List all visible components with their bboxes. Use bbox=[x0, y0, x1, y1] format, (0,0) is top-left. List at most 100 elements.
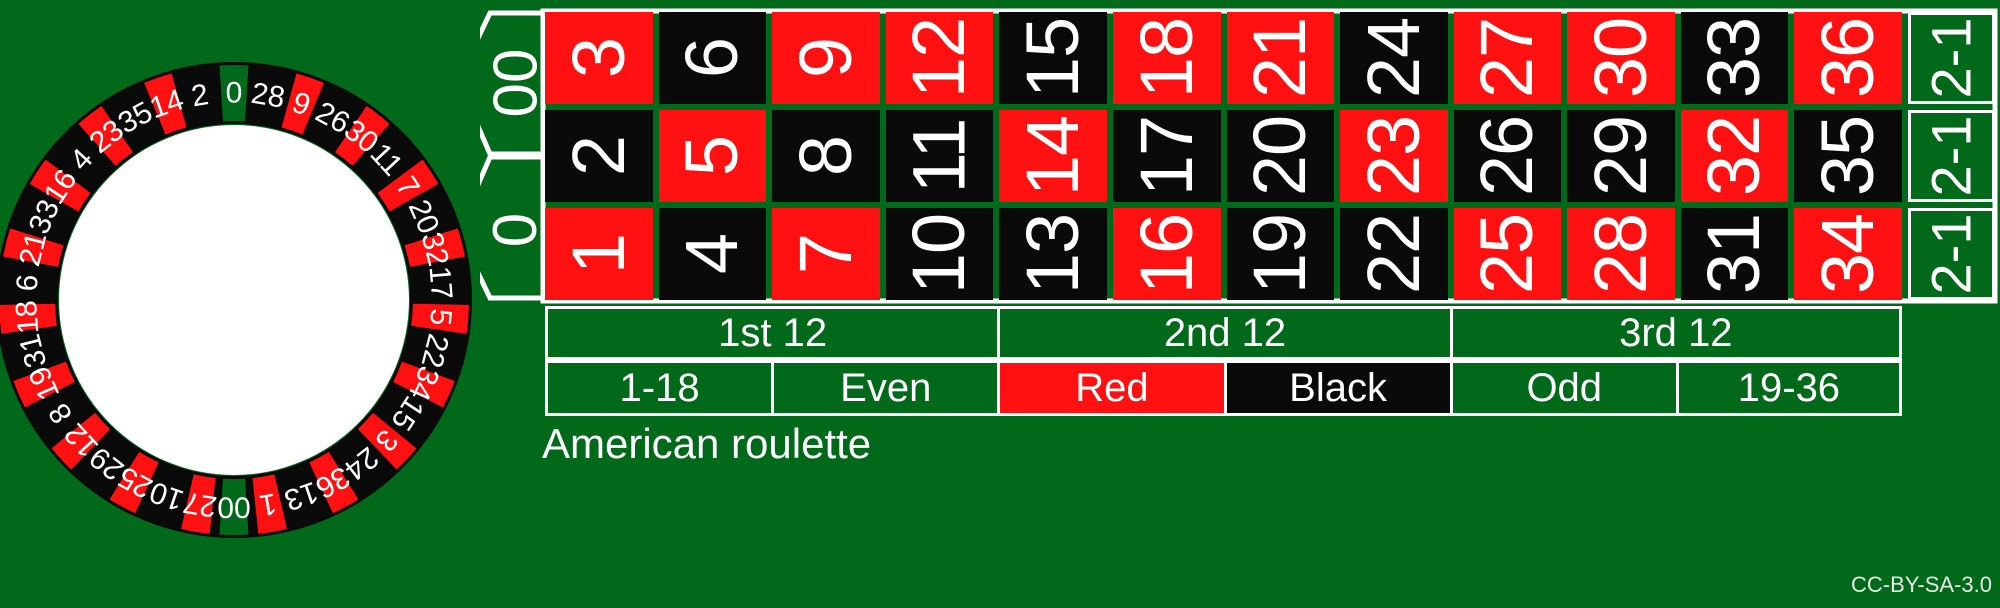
outside-bet-19-36[interactable]: 19-36 bbox=[1675, 360, 1902, 416]
number-label: 7 bbox=[783, 233, 867, 275]
number-cell-17[interactable]: 17 bbox=[1112, 110, 1221, 202]
wheel-pocket-label: 5 bbox=[423, 307, 457, 326]
number-cell-12[interactable]: 12 bbox=[885, 12, 994, 104]
number-cell-5[interactable]: 5 bbox=[658, 110, 767, 202]
number-label: 17 bbox=[1124, 115, 1208, 197]
number-label: 1 bbox=[556, 233, 640, 275]
number-label: 4 bbox=[670, 233, 754, 275]
outside-bet-odd[interactable]: Odd bbox=[1449, 360, 1679, 416]
number-label: 22 bbox=[1351, 213, 1435, 295]
number-cell-29[interactable]: 29 bbox=[1567, 110, 1675, 202]
number-cell-14[interactable]: 14 bbox=[999, 110, 1107, 202]
roulette-scene: 0 28 9 26 30 11 7 20 32 17 5 22 34 15 3 24 36 13 1 00 27 10 25… bbox=[0, 0, 2000, 600]
dozen-bet-1st[interactable]: 1st 12 bbox=[545, 306, 1001, 360]
number-cell-10[interactable]: 10 bbox=[885, 208, 994, 300]
number-label: 6 bbox=[670, 37, 754, 79]
number-cell-7[interactable]: 7 bbox=[772, 208, 880, 300]
number-cell-22[interactable]: 22 bbox=[1340, 208, 1448, 300]
number-label: 21 bbox=[1238, 17, 1322, 99]
number-label: 15 bbox=[1011, 17, 1095, 99]
wheel-pocket-label: 0 bbox=[226, 77, 243, 110]
number-cell-4[interactable]: 4 bbox=[658, 208, 767, 300]
number-label: 25 bbox=[1465, 213, 1549, 295]
outside-bet-black[interactable]: Black bbox=[1223, 360, 1453, 416]
wheel-graphic: 0 28 9263011720321752234153243613100271025… bbox=[0, 62, 472, 538]
number-cell-30[interactable]: 30 bbox=[1567, 12, 1675, 104]
number-cell-16[interactable]: 16 bbox=[1112, 208, 1221, 300]
number-cell-36[interactable]: 36 bbox=[1794, 12, 1902, 104]
number-cell-23[interactable]: 23 bbox=[1340, 110, 1448, 202]
number-cell-20[interactable]: 20 bbox=[1226, 110, 1335, 202]
outside-bet-even[interactable]: Even bbox=[771, 360, 1001, 416]
number-cell-2[interactable]: 2 bbox=[545, 110, 653, 202]
number-cell-18[interactable]: 18 bbox=[1112, 12, 1221, 104]
number-label: 18 bbox=[1124, 17, 1208, 99]
column-bet-label: 2-1 bbox=[1919, 213, 1983, 295]
number-label: 35 bbox=[1806, 115, 1890, 197]
column-bet-label: 2-1 bbox=[1919, 17, 1983, 99]
number-cell-24[interactable]: 24 bbox=[1340, 12, 1448, 104]
number-cell-25[interactable]: 25 bbox=[1453, 208, 1562, 300]
number-label: 28 bbox=[1579, 213, 1663, 295]
betting-layout: 00 0 3 6 9 12 15 18 21 24 27 30 33 36 2 5 8 11 14 17 20 23 2… bbox=[480, 0, 2000, 600]
number-label: 24 bbox=[1351, 17, 1435, 99]
number-label: 12 bbox=[897, 17, 981, 99]
number-grid: 3 6 9 12 15 18 21 24 27 30 33 36 2 5 8 11 14 17 20 23 26 29 32… bbox=[545, 12, 1902, 300]
number-cell-21[interactable]: 21 bbox=[1226, 12, 1335, 104]
number-label: 30 bbox=[1579, 17, 1663, 99]
outside-bets: 1-18 Even Red Black Odd 19-36 bbox=[545, 360, 1902, 416]
number-cell-28[interactable]: 28 bbox=[1567, 208, 1675, 300]
number-label: 32 bbox=[1692, 115, 1776, 197]
number-cell-34[interactable]: 34 bbox=[1794, 208, 1902, 300]
number-cell-33[interactable]: 33 bbox=[1680, 12, 1789, 104]
number-cell-6[interactable]: 6 bbox=[658, 12, 767, 104]
double-zero-cell-shape[interactable] bbox=[480, 10, 545, 157]
roulette-wheel: 0 28 9 26 30 11 7 20 32 17 5 22 34 15 3 24 36 13 1 00 27 10 25… bbox=[0, 0, 477, 608]
column-bet-bottom[interactable]: 2-1 bbox=[1908, 208, 1995, 300]
number-cell-8[interactable]: 8 bbox=[772, 110, 880, 202]
number-cell-19[interactable]: 19 bbox=[1226, 208, 1335, 300]
number-label: 5 bbox=[670, 135, 754, 177]
zero-cell-shape[interactable] bbox=[480, 154, 545, 301]
wheel-pocket-label: 17 bbox=[422, 265, 458, 301]
number-cell-26[interactable]: 26 bbox=[1453, 110, 1562, 202]
number-label: 29 bbox=[1579, 115, 1663, 197]
outside-bet-red[interactable]: Red bbox=[997, 360, 1227, 416]
number-cell-32[interactable]: 32 bbox=[1680, 110, 1789, 202]
column-bet-top[interactable]: 2-1 bbox=[1908, 12, 1995, 104]
number-label: 11 bbox=[897, 118, 981, 194]
wheel-pocket-label: 18 bbox=[10, 299, 46, 335]
number-label: 2 bbox=[556, 135, 640, 177]
number-label: 23 bbox=[1351, 115, 1435, 197]
number-label: 33 bbox=[1692, 17, 1776, 99]
dozen-bet-3rd[interactable]: 3rd 12 bbox=[1449, 306, 1902, 360]
column-bet-middle[interactable]: 2-1 bbox=[1908, 110, 1995, 202]
number-cell-27[interactable]: 27 bbox=[1453, 12, 1562, 104]
number-cell-1[interactable]: 1 bbox=[545, 208, 653, 300]
number-label: 19 bbox=[1238, 213, 1322, 295]
outside-bet-1-18[interactable]: 1-18 bbox=[545, 360, 775, 416]
number-label: 26 bbox=[1465, 115, 1549, 197]
number-label: 16 bbox=[1124, 213, 1208, 295]
number-cell-35[interactable]: 35 bbox=[1794, 110, 1902, 202]
dozen-bet-2nd[interactable]: 2nd 12 bbox=[997, 306, 1453, 360]
number-cell-9[interactable]: 9 bbox=[772, 12, 880, 104]
number-cell-11[interactable]: 11 bbox=[885, 110, 994, 202]
number-cell-15[interactable]: 15 bbox=[999, 12, 1107, 104]
number-cell-31[interactable]: 31 bbox=[1680, 208, 1789, 300]
wheel-pocket-label: 00 bbox=[217, 491, 250, 524]
wheel-pocket-label: 28 bbox=[249, 77, 287, 115]
number-label: 14 bbox=[1011, 115, 1095, 197]
column-bet-label: 2-1 bbox=[1919, 115, 1983, 197]
number-label: 36 bbox=[1806, 17, 1890, 99]
column-bets: 2-1 2-1 2-1 bbox=[1908, 12, 1995, 300]
number-label: 27 bbox=[1465, 17, 1549, 99]
number-cell-3[interactable]: 3 bbox=[545, 12, 653, 104]
number-label: 20 bbox=[1238, 115, 1322, 197]
number-cell-13[interactable]: 13 bbox=[999, 208, 1107, 300]
number-label: 9 bbox=[783, 37, 867, 79]
number-label: 3 bbox=[556, 37, 640, 79]
number-label: 13 bbox=[1011, 213, 1095, 295]
license-text: CC-BY-SA-3.0 bbox=[1850, 572, 1992, 597]
page-title: American roulette bbox=[542, 420, 872, 467]
